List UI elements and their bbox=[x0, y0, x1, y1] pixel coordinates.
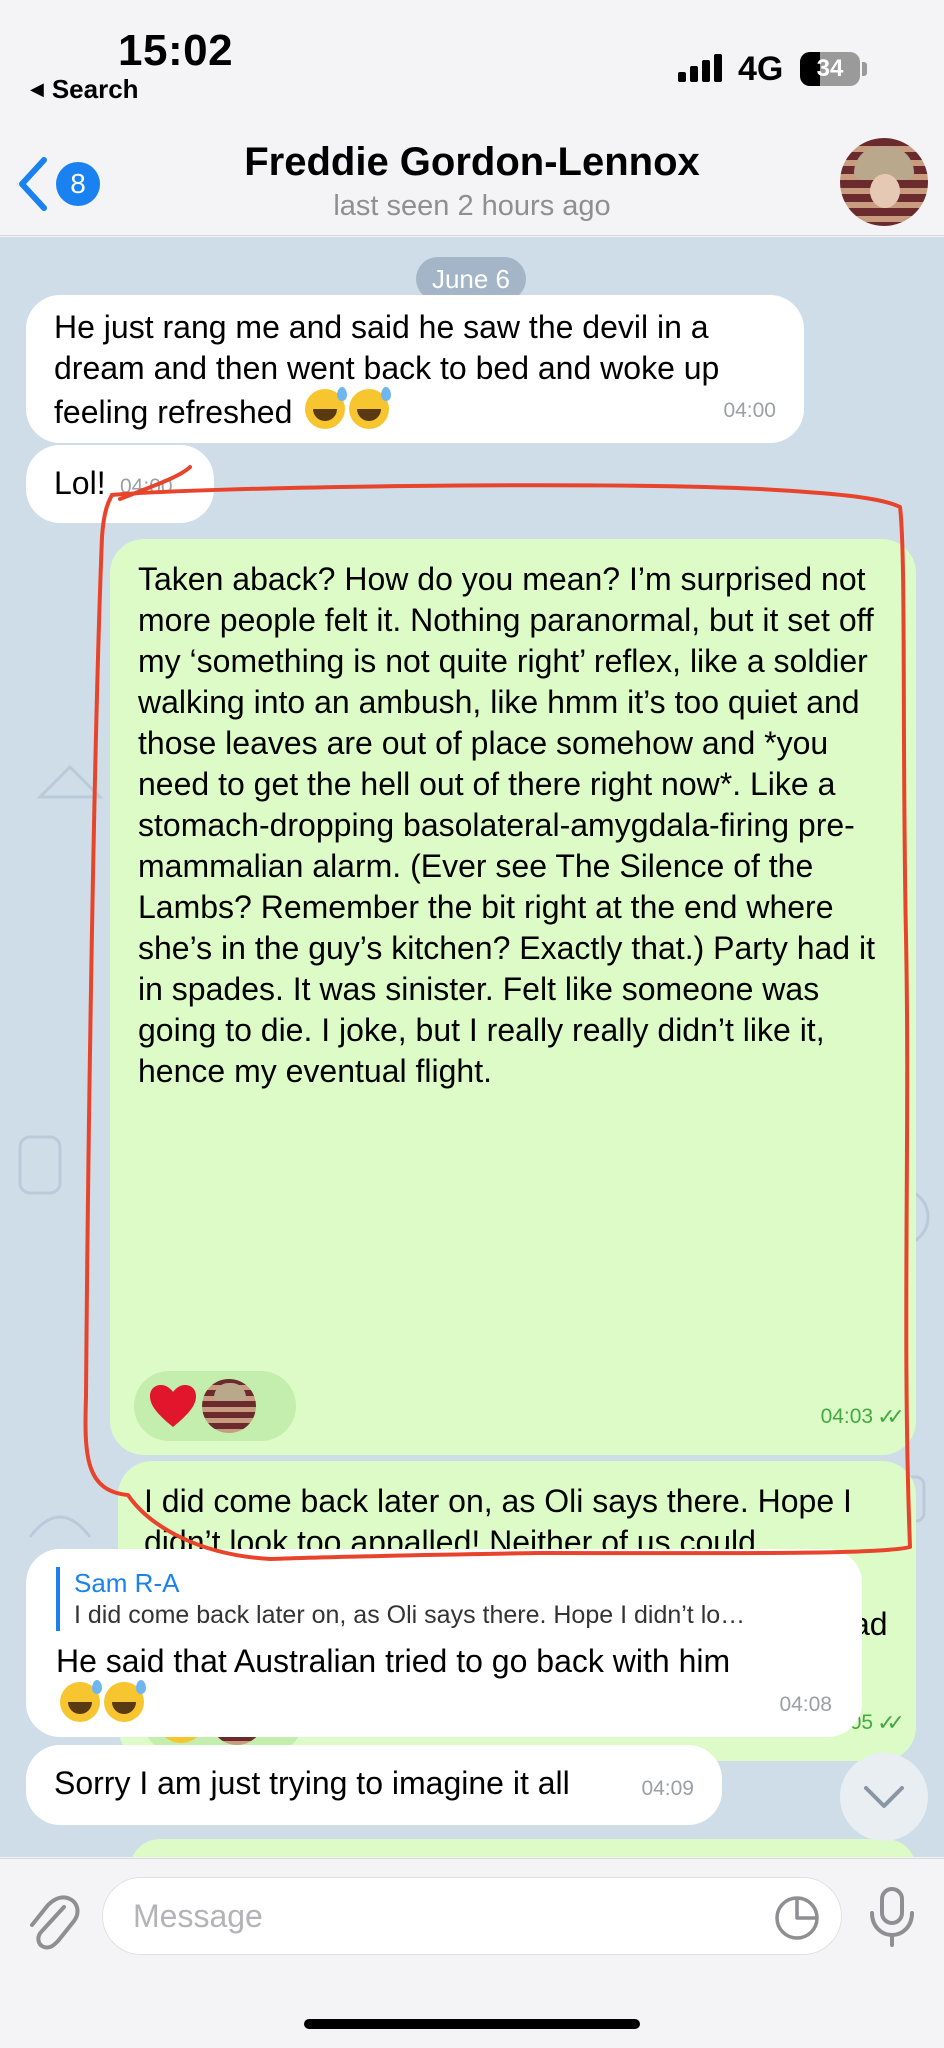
chat-area[interactable]: June 6 He just rang me and said he saw t… bbox=[0, 237, 944, 1857]
message-input-bar bbox=[0, 1858, 944, 2048]
outgoing-message[interactable]: Taken aback? How do you mean? I’m surpri… bbox=[110, 539, 916, 1455]
back-to-search-label: Search bbox=[51, 74, 139, 104]
heart-icon bbox=[150, 1385, 196, 1427]
grinning-face-with-sweat-icon bbox=[349, 387, 392, 429]
last-seen-status: last seen 2 hours ago bbox=[333, 190, 611, 222]
back-triangle-icon: ◀ bbox=[30, 79, 44, 99]
message-text-content: He said that Australian tried to go back… bbox=[56, 1643, 731, 1679]
chevron-down-icon bbox=[864, 1786, 904, 1808]
signal-icon bbox=[678, 52, 722, 82]
home-indicator bbox=[304, 2019, 640, 2029]
paperclip-icon[interactable] bbox=[24, 1889, 80, 1953]
incoming-message[interactable]: He just rang me and said he saw the devi… bbox=[26, 295, 804, 443]
message-time: 04:00 bbox=[723, 399, 776, 422]
reply-snippet: I did come back later on, as Oli says th… bbox=[74, 1601, 746, 1629]
battery-percent: 34 bbox=[816, 55, 844, 82]
message-text: Sorry I am just trying to imagine it all bbox=[54, 1765, 570, 1801]
message-time: 04:08 bbox=[779, 1693, 832, 1716]
microphone-icon[interactable] bbox=[866, 1885, 918, 1949]
scroll-to-bottom-button[interactable] bbox=[840, 1753, 928, 1841]
battery-icon: 34 bbox=[800, 52, 860, 86]
double-check-icon: ✓✓ bbox=[877, 1404, 905, 1429]
grinning-face-with-sweat-icon bbox=[305, 387, 348, 429]
message-time: 04:03 ✓✓ bbox=[820, 1396, 905, 1437]
message-time: 04:00 bbox=[120, 475, 173, 498]
back-to-search-button[interactable]: ◀ Search bbox=[30, 74, 139, 105]
network-type: 4G bbox=[738, 50, 784, 88]
message-reactions[interactable] bbox=[134, 1371, 296, 1441]
chat-header: 8 Freddie Gordon-Lennox last seen 2 hour… bbox=[0, 120, 944, 236]
incoming-reply-message[interactable]: Sam R-A I did come back later on, as Oli… bbox=[26, 1549, 862, 1737]
contact-name[interactable]: Freddie Gordon-Lennox bbox=[0, 140, 944, 185]
message-input[interactable] bbox=[102, 1877, 842, 1955]
message-text: He just rang me and said he saw the devi… bbox=[54, 307, 794, 433]
incoming-message[interactable]: Lol! 04:00 bbox=[26, 445, 214, 523]
sticker-icon[interactable] bbox=[774, 1895, 820, 1941]
reaction-avatar bbox=[202, 1379, 256, 1433]
status-time: 15:02 bbox=[118, 26, 234, 75]
message-time: 04:09 bbox=[641, 1777, 694, 1800]
reply-author: Sam R-A bbox=[74, 1568, 180, 1598]
battery-nub bbox=[862, 62, 867, 76]
reply-quote[interactable]: Sam R-A I did come back later on, as Oli… bbox=[56, 1567, 832, 1631]
message-text: He said that Australian tried to go back… bbox=[56, 1641, 832, 1726]
message-time-text: 04:03 bbox=[820, 1405, 874, 1428]
status-bar: 15:02 ◀ Search 4G 34 bbox=[0, 0, 944, 120]
incoming-message[interactable]: Sorry I am just trying to imagine it all… bbox=[26, 1745, 722, 1825]
double-check-icon: ✓✓ bbox=[877, 1710, 905, 1735]
grinning-face-with-sweat-icon bbox=[104, 1680, 146, 1722]
outgoing-message-partial[interactable] bbox=[130, 1839, 916, 1857]
grinning-face-with-sweat-icon bbox=[60, 1680, 102, 1722]
message-text: Taken aback? How do you mean? I’m surpri… bbox=[138, 561, 875, 1089]
contact-avatar[interactable] bbox=[840, 138, 928, 226]
